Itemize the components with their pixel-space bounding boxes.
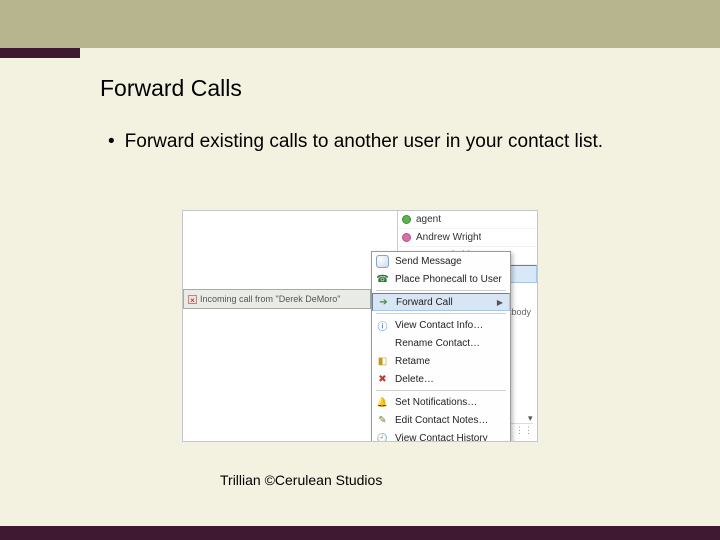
menu-item[interactable]: Retame [372,352,510,370]
presence-icon [402,215,411,224]
menu-item-label: Delete… [395,374,434,385]
scroll-down-icon[interactable]: ▾ [528,413,536,421]
menu-tag-icon [376,355,389,368]
menu-bell-icon [376,396,389,409]
bullet-list: • Forward existing calls to another user… [108,130,620,154]
menu-separator [376,313,506,314]
incoming-call-toast: × Incoming call from "Derek DeMoro" [183,289,371,309]
menu-item-label: View Contact Info… [395,320,483,331]
menu-item[interactable]: Rename Contact… [372,334,510,352]
menu-item[interactable]: View Contact Info… [372,316,510,334]
menu-item-label: Rename Contact… [395,338,480,349]
screenshot-figure: × Incoming call from "Derek DeMoro" agen… [182,210,538,442]
menu-del-icon [376,373,389,386]
menu-item[interactable]: Set Notifications… [372,393,510,411]
menu-item[interactable]: View Contact History [372,429,510,442]
incoming-call-text: Incoming call from "Derek DeMoro" [200,294,340,304]
menu-item-label: Retame [395,356,430,367]
slide-title: Forward Calls [100,75,242,102]
accent-bar [0,48,80,58]
menu-item-label: Place Phonecall to User [395,274,502,285]
contact-name: Andrew Wright [416,232,481,243]
close-icon[interactable]: × [188,295,197,304]
menu-note-icon [376,414,389,427]
header-band [0,0,720,48]
menu-item[interactable]: Send Message [372,252,510,270]
menu-bubble-icon [376,255,389,268]
menu-info-icon [376,319,389,332]
contact-row[interactable]: agent [398,211,537,229]
contact-row[interactable]: Andrew Wright [398,229,537,247]
footer-band [0,526,720,540]
bullet-dot-icon: • [108,130,115,154]
context-menu: Send Message Place Phonecall to User Forwa… [371,251,511,442]
menu-separator [376,390,506,391]
menu-item-label: Set Notifications… [395,397,477,408]
menu-item-label: View Contact History [395,433,488,443]
menu-separator [376,290,506,291]
slide-footer: Trillian ©Cerulean Studios [220,472,382,488]
menu-fwd-icon [377,296,390,309]
chevron-right-icon: ▶ [497,298,503,307]
menu-item[interactable]: Edit Contact Notes… [372,411,510,429]
contact-name: agent [416,214,441,225]
presence-icon [402,233,411,242]
menu-item-label: Send Message [395,256,462,267]
menu-item[interactable]: Forward Call ▶ [372,293,510,311]
bullet-text: Forward existing calls to another user i… [125,130,603,154]
menu-item-label: Forward Call [396,297,453,308]
menu-phone-icon [376,273,389,286]
menu-hist-icon [376,432,389,443]
slide: Forward Calls • Forward existing calls t… [0,0,720,540]
menu-item-label: Edit Contact Notes… [395,415,488,426]
menu-item[interactable]: Place Phonecall to User [372,270,510,288]
bullet-item: • Forward existing calls to another user… [108,130,620,154]
menu-item[interactable]: Delete… [372,370,510,388]
